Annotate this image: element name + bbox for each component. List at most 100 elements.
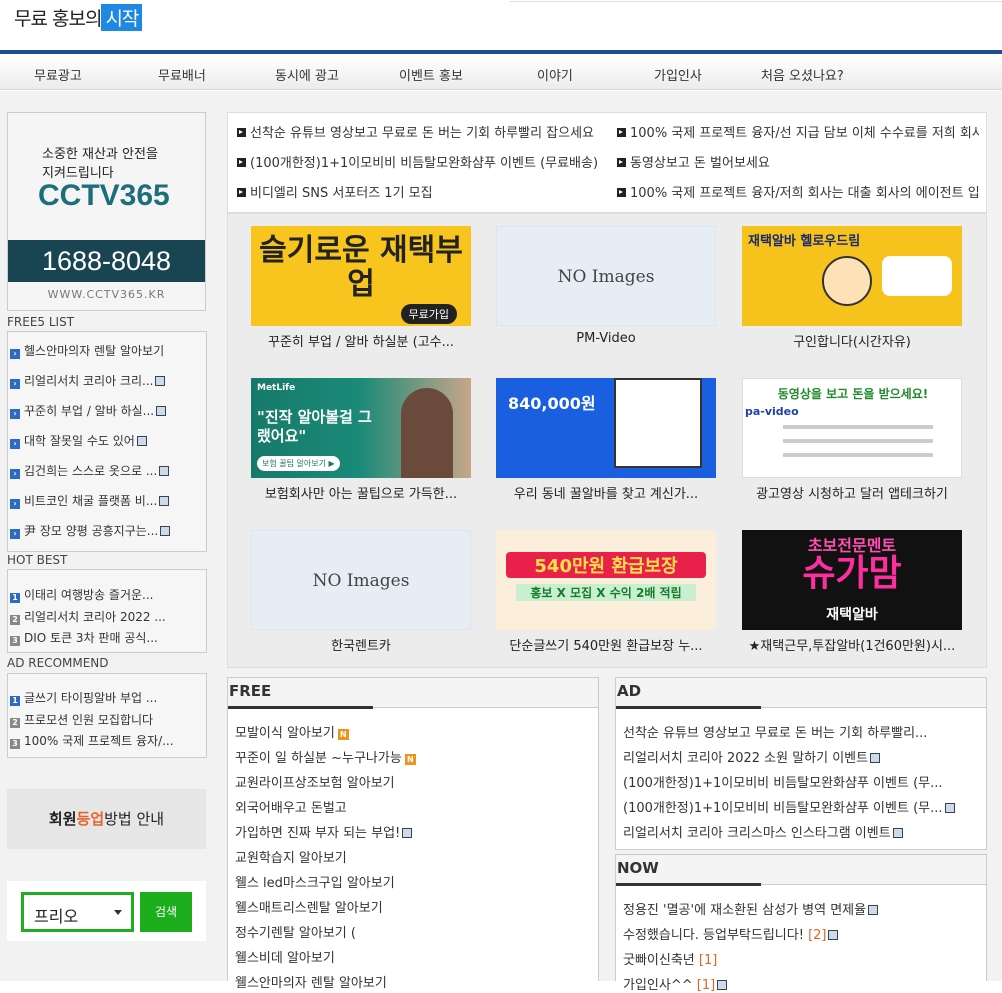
ad-recommend-title: AD RECOMMEND: [7, 656, 109, 670]
bullet-icon: [617, 158, 626, 167]
board-row-title: 정용진 '멸공'에 재소환된 삼성가 병역 면제율: [623, 903, 867, 918]
nav-item-simultaneous-ad[interactable]: 동시에 광고: [275, 65, 339, 84]
nav-item-event-promo[interactable]: 이벤트 홍보: [399, 65, 463, 84]
list-item[interactable]: › 헬스안마의자 렌탈 알아보기: [10, 342, 204, 359]
doc-icon: [828, 930, 839, 940]
image-text: 슈가맘: [802, 553, 902, 594]
list-item[interactable]: 1 글쓰기 타이핑알바 부업 ...: [10, 689, 204, 706]
nav-item-free-ad[interactable]: 무료광고: [34, 65, 82, 84]
image-text: 840,000원: [508, 394, 596, 413]
speech-bubble-icon: [882, 256, 952, 296]
headline-ticker: 선착순 유튜브 영상보고 무료로 돈 버는 기회 하루빨리 잡으세요 100% …: [227, 112, 987, 213]
list-item[interactable]: 2 리얼리서치 코리아 2022 ...: [10, 608, 204, 625]
gallery-caption: 보험회사만 아는 꿀팁으로 가득한...: [264, 487, 458, 502]
gallery-card[interactable]: 840,000원 우리 동네 꿀알바를 찾고 계신가...: [496, 378, 716, 502]
ticker-item[interactable]: 100% 국제 프로젝트 융자/저희 회사는 대출 회사의 에이전트 입니다: [617, 182, 979, 201]
free5-title: FREE5 LIST: [7, 315, 75, 329]
board-row[interactable]: 웰스매트리스렌탈 알아보기: [235, 897, 383, 916]
banner-url: WWW.CCTV365.KR: [47, 288, 166, 301]
nav-item-first-visit[interactable]: 처음 오셨나요?: [761, 65, 844, 84]
doc-icon: [159, 466, 170, 476]
comment-count: [1]: [696, 978, 716, 993]
board-row[interactable]: 리얼리서치 코리아 2022 소원 말하기 이벤트: [623, 747, 881, 766]
rank-1-icon: 1: [10, 593, 20, 603]
list-item-label: 리얼리서치 코리아 2022 ...: [24, 610, 166, 624]
board-row[interactable]: 웰스비데 알아보기: [235, 947, 335, 966]
image-subtext: 재택알바: [826, 607, 878, 623]
doc-icon: [870, 753, 881, 763]
doc-icon: [944, 803, 955, 813]
list-item[interactable]: › 尹 장모 양평 공흥지구는...: [10, 522, 204, 539]
nav-item-free-banner[interactable]: 무료배너: [158, 65, 206, 84]
list-item[interactable]: 3 100% 국제 프로젝트 융자/...: [10, 732, 204, 749]
board-row[interactable]: 웰스안마의자 렌탈 알아보기: [235, 972, 387, 991]
gallery-card[interactable]: 동영상을 보고 돈을 받으세요! pa-video 광고영상 시청하고 달러 앱…: [742, 378, 962, 502]
board-row[interactable]: 꾸준이 일 하실분 ~누구나가능 N: [235, 747, 416, 766]
board-row[interactable]: 굿빠이신축년 [1]: [623, 949, 717, 968]
ticker-label: 선착순 유튜브 영상보고 무료로 돈 버는 기회 하루빨리 잡으세요: [250, 126, 595, 141]
free-board-title[interactable]: FREE: [228, 678, 598, 709]
nav-item-greeting[interactable]: 가입인사: [654, 65, 702, 84]
ticker-item[interactable]: 동영상보고 돈 벌어보세요: [617, 152, 979, 171]
member-upgrade-guide[interactable]: 회원등업방법 안내: [7, 789, 206, 849]
list-item[interactable]: 1 이태리 여행방송 즐거운...: [10, 586, 204, 603]
guide-pre: 회원: [48, 810, 77, 828]
board-row[interactable]: 리얼리서치 코리아 크리스마스 인스타그램 이벤트: [623, 822, 903, 841]
board-row[interactable]: 교원라이프상조보험 알아보기: [235, 772, 395, 791]
gallery-image: 슬기로운 재택부업 무료가입: [251, 226, 471, 326]
now-board-title[interactable]: NOW: [616, 855, 986, 886]
board-row[interactable]: 수정했습니다. 등업부탁드립니다! [2]: [623, 924, 839, 943]
board-row-title: 가입하면 진짜 부자 되는 부업!: [235, 826, 401, 841]
board-row[interactable]: 정수기렌탈 알아보기 (: [235, 922, 356, 941]
rank-3-icon: 3: [10, 636, 20, 646]
image-brand: pa-video: [745, 405, 799, 418]
ticker-item[interactable]: 100% 국제 프로젝트 융자/선 지급 담보 이체 수수료를 저희 회사: [617, 122, 979, 141]
board-row[interactable]: 교원학습지 알아보기: [235, 847, 347, 866]
list-item-label: 프로모션 인원 모집합니다: [24, 713, 154, 727]
ad-board-title[interactable]: AD: [616, 678, 986, 709]
banner-brand: CCTV365: [38, 179, 170, 212]
gallery-card[interactable]: 슬기로운 재택부업 무료가입 꾸준히 부업 / 알바 하실분 (고수...: [251, 226, 471, 350]
gallery-card[interactable]: NO Images 한국렌트카: [251, 530, 471, 654]
board-row[interactable]: (100개한정)1+1이모비비 비듬탈모완화샴푸 이벤트 (무...: [623, 772, 943, 791]
board-row[interactable]: 웰스 led마스크구입 알아보기: [235, 872, 395, 891]
image-text: "진작 알아볼걸 그랬어요": [257, 408, 372, 445]
board-row[interactable]: 정용진 '멸공'에 재소환된 삼성가 병역 면제율: [623, 899, 879, 918]
ticker-item[interactable]: (100개한정)1+1이모비비 비듬탈모완화샴푸 이벤트 (무료배송): [237, 152, 607, 171]
gallery-card[interactable]: NO Images PM-Video: [496, 226, 716, 346]
board-row[interactable]: (100개한정)1+1이모비비 비듬탈모완화샴푸 이벤트 (무...: [623, 797, 955, 816]
board-row-title: 수정했습니다. 등업부탁드립니다!: [623, 928, 804, 943]
board-row[interactable]: 모발이식 알아보기 N: [235, 722, 349, 741]
search-button[interactable]: 검색: [140, 892, 192, 932]
gallery-card[interactable]: MetLife "진작 알아볼걸 그랬어요" 보험 꿀팁 알아보기 ▶ 보험회사…: [251, 378, 471, 502]
rank-2-icon: 2: [10, 615, 20, 625]
list-item-label: 글쓰기 타이핑알바 부업 ...: [24, 691, 158, 705]
ticker-label: 100% 국제 프로젝트 융자/저희 회사는 대출 회사의 에이전트 입니다: [630, 186, 979, 201]
nav-item-story[interactable]: 이야기: [537, 65, 573, 84]
board-row[interactable]: 가입인사^^ [1]: [623, 974, 728, 993]
list-item[interactable]: › 비트코인 채굴 플랫폼 비...: [10, 492, 204, 509]
list-item[interactable]: › 김건희는 스스로 옷으로 ...: [10, 462, 204, 479]
list-item[interactable]: › 꾸준히 부업 / 알바 하실...: [10, 402, 204, 419]
list-item[interactable]: › 대학 잘못일 수도 있어: [10, 432, 204, 449]
ticker-label: 100% 국제 프로젝트 융자/선 지급 담보 이체 수수료를 저희 회사: [630, 126, 979, 141]
ticker-item[interactable]: 비디엘리 SNS 서포터즈 1기 모집: [237, 182, 607, 201]
board-row[interactable]: 외국어배우고 돈벌고: [235, 797, 347, 816]
gallery-card[interactable]: 재택알바 헬로우드림 구인합니다(시간자유): [742, 226, 962, 350]
gallery-card[interactable]: 초보전문멘토 슈가맘 재택알바 ★재택근무,투잡알바(1건60만원)시...: [742, 530, 962, 654]
site-logo[interactable]: 무료 홍보의 시작: [14, 4, 143, 31]
banner-line1: 소중한 재산과 안전을: [42, 147, 158, 162]
doc-icon: [868, 905, 879, 915]
gallery-image: 재택알바 헬로우드림: [742, 226, 962, 326]
doc-icon: [136, 436, 147, 446]
list-item[interactable]: › 리얼리서치 코리아 크리...: [10, 372, 204, 389]
bullet-icon: [237, 188, 246, 197]
ticker-item[interactable]: 선착순 유튜브 영상보고 무료로 돈 버는 기회 하루빨리 잡으세요: [237, 122, 607, 141]
cctv-banner[interactable]: 소중한 재산과 안전을 지켜드립니다 CCTV365 1688-8048 WWW.…: [7, 112, 206, 311]
list-item[interactable]: 2 프로모션 인원 모집합니다: [10, 711, 204, 728]
list-item[interactable]: 3 DIO 토큰 3차 판매 공식...: [10, 629, 204, 646]
board-row[interactable]: 가입하면 진짜 부자 되는 부업!: [235, 822, 413, 841]
search-category-select[interactable]: 프리오: [21, 892, 134, 932]
gallery-card[interactable]: 540만원 환급보장 홍보 X 모집 X 수익 2배 적립 단순글쓰기 540만…: [496, 530, 716, 654]
board-row[interactable]: 선착순 유튜브 영상보고 무료로 돈 버는 기회 하루빨리...: [623, 722, 927, 741]
